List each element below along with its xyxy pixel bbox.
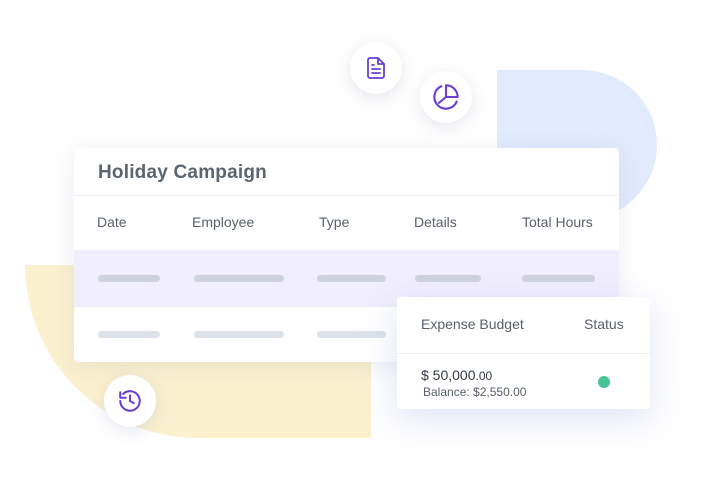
placeholder-bar — [98, 331, 160, 338]
budget-balance: Balance: $2,550.00 — [423, 385, 527, 399]
placeholder-bar — [194, 275, 284, 282]
column-header-total-hours[interactable]: Total Hours — [522, 214, 593, 230]
divider — [74, 195, 619, 196]
column-header-date[interactable]: Date — [97, 214, 127, 230]
expense-budget-card: Expense Budget Status $ 50,000.00 Balanc… — [397, 297, 650, 409]
document-icon — [367, 57, 385, 79]
placeholder-bar — [317, 331, 386, 338]
expense-budget-header: Expense Budget — [421, 316, 524, 332]
status-indicator — [598, 376, 610, 388]
placeholder-bar — [522, 275, 595, 282]
pie-chart-icon-bubble[interactable] — [420, 71, 472, 123]
pie-chart-icon — [433, 84, 459, 110]
history-icon — [119, 390, 141, 412]
placeholder-bar — [415, 275, 481, 282]
placeholder-bar — [317, 275, 386, 282]
status-header: Status — [584, 316, 624, 332]
budget-amount-main: $ 50,000 — [421, 367, 476, 383]
column-header-employee[interactable]: Employee — [192, 214, 254, 230]
document-icon-bubble[interactable] — [350, 42, 402, 94]
column-header-details[interactable]: Details — [414, 214, 457, 230]
history-icon-bubble[interactable] — [104, 375, 156, 427]
placeholder-bar — [194, 331, 284, 338]
budget-amount: $ 50,000.00 — [421, 367, 492, 383]
budget-amount-cents: .00 — [475, 369, 493, 383]
column-header-type[interactable]: Type — [319, 214, 349, 230]
card-title: Holiday Campaign — [98, 162, 267, 183]
divider — [397, 353, 650, 354]
placeholder-bar — [98, 275, 160, 282]
